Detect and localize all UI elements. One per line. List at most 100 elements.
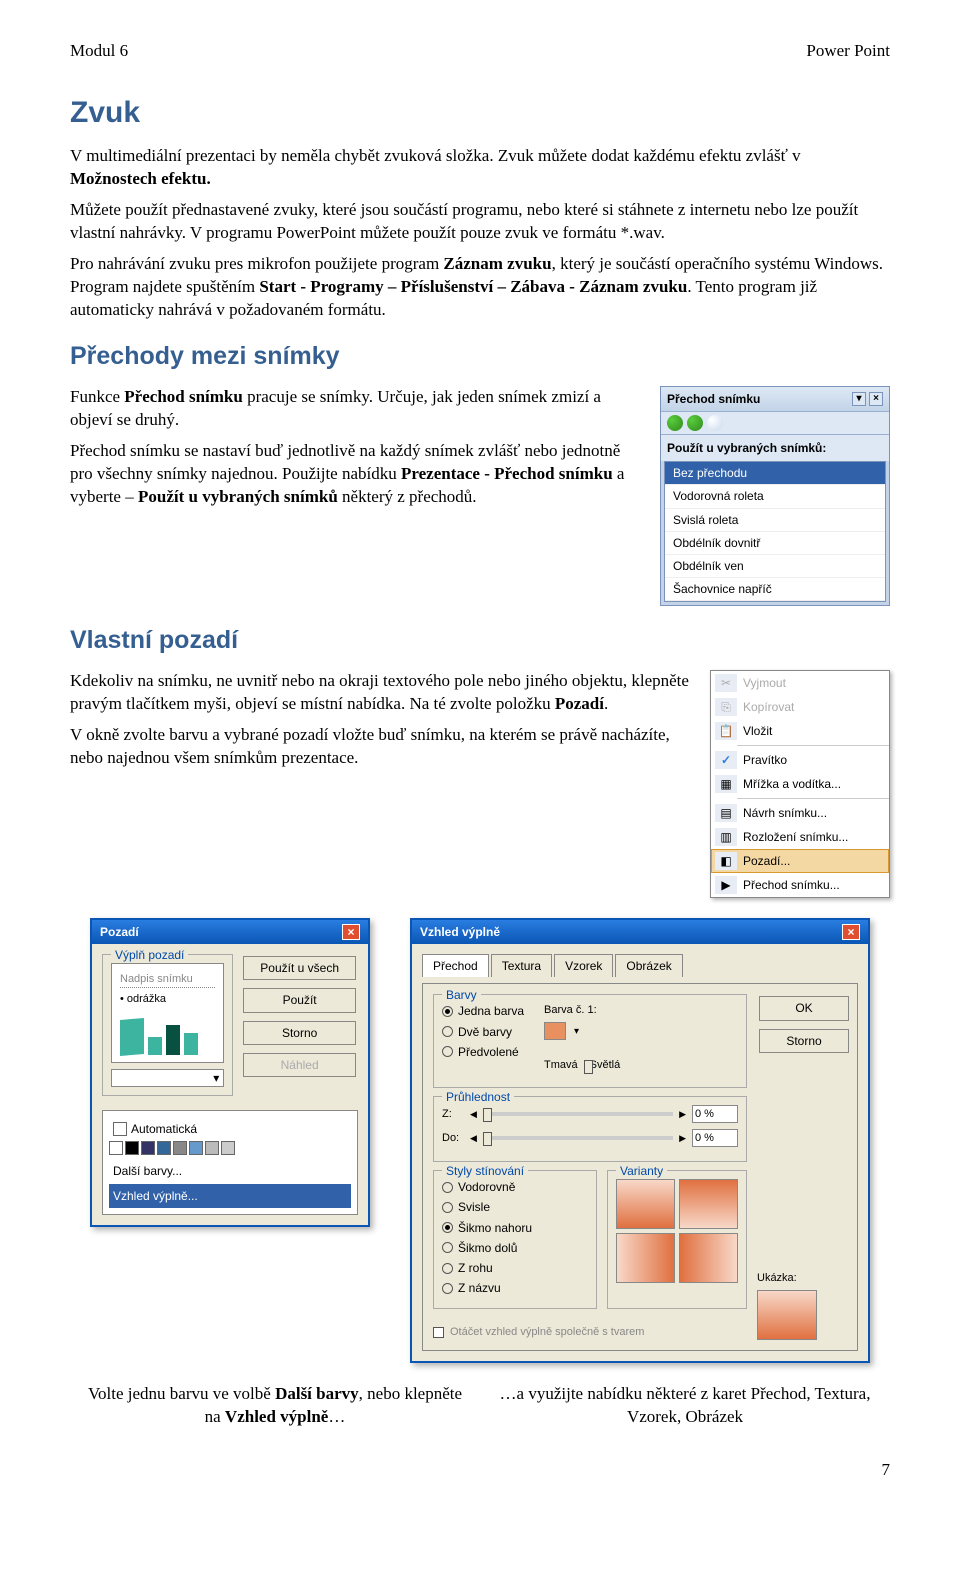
cm-copy: ⎘Kopírovat	[711, 695, 889, 719]
dd-label: Vzhled výplně...	[113, 1188, 198, 1204]
radio-icon	[442, 1222, 453, 1233]
transition-item[interactable]: Obdélník ven	[665, 555, 885, 578]
arrow-left-icon[interactable]: ◀	[470, 1108, 477, 1120]
radio-vodorovne[interactable]: Vodorovně	[442, 1179, 588, 1195]
dropdown-icon[interactable]: ▾	[852, 392, 866, 406]
page-number: 7	[70, 1459, 890, 1482]
arrow-right-icon[interactable]: ▶	[679, 1108, 686, 1120]
cm-grid[interactable]: ▦Mřížka a vodítka...	[711, 772, 889, 796]
forward-icon[interactable]	[687, 415, 703, 431]
cm-background[interactable]: ◧ Pozadí...	[711, 849, 889, 873]
check-icon: ✓	[715, 751, 737, 769]
btn-ok[interactable]: OK	[759, 996, 849, 1020]
transparency-from-input[interactable]: 0 %	[692, 1105, 738, 1123]
transition-icon: ▶	[715, 876, 737, 894]
dialog-vzhled-vyplne: Vzhled výplně × Přechod Textura Vzorek O…	[410, 918, 870, 1363]
variant-option[interactable]	[679, 1179, 738, 1229]
color-dropdown[interactable]: ▾	[111, 1069, 224, 1087]
tab-vzorek[interactable]: Vzorek	[554, 954, 613, 977]
transparency-to-slider[interactable]	[483, 1136, 673, 1140]
radio-znazvu[interactable]: Z názvu	[442, 1280, 588, 1296]
btn-apply-all[interactable]: Použít u všech	[243, 956, 356, 980]
background-icon: ◧	[715, 852, 737, 870]
transition-item[interactable]: Šachovnice napříč	[665, 578, 885, 601]
text: některý z přechodů.	[338, 487, 477, 506]
color-swatch[interactable]	[125, 1141, 139, 1155]
btn-cancel[interactable]: Storno	[243, 1021, 356, 1045]
home-icon[interactable]	[707, 415, 723, 431]
radio-predvolene[interactable]: Předvolené	[442, 1044, 524, 1060]
taskpane-nav	[661, 412, 889, 435]
tab-prechod[interactable]: Přechod	[422, 954, 489, 977]
groupbox-styly: Styly stínování Vodorovně Svisle Šikmo n…	[433, 1170, 597, 1309]
tab-textura[interactable]: Textura	[491, 954, 552, 977]
radio-sikmo-nahoru[interactable]: Šikmo nahoru	[442, 1220, 588, 1236]
checkbox-otacet: Otáčet vzhled výplně společně s tvarem	[433, 1325, 747, 1340]
radio-zrohu[interactable]: Z rohu	[442, 1260, 588, 1276]
arrow-right-icon[interactable]: ▶	[679, 1132, 686, 1144]
arrow-left-icon[interactable]: ◀	[470, 1132, 477, 1144]
text: Volte jednu barvu ve volbě	[88, 1384, 275, 1403]
caption-left: Volte jednu barvu ve volbě Další barvy, …	[70, 1383, 480, 1429]
radio-svisle[interactable]: Svisle	[442, 1199, 588, 1215]
close-icon[interactable]: ×	[869, 392, 883, 406]
radio-icon	[442, 1006, 453, 1017]
color-swatch[interactable]	[189, 1141, 203, 1155]
color-swatch[interactable]	[205, 1141, 219, 1155]
btn-cancel[interactable]: Storno	[759, 1029, 849, 1053]
para-zvuk-3: Pro nahrávání zvuku pres mikrofon použij…	[70, 253, 890, 322]
dialog-title-text: Vzhled výplně	[420, 924, 500, 940]
color-swatch[interactable]	[109, 1141, 123, 1155]
transition-item[interactable]: Vodorovná roleta	[665, 485, 885, 508]
cm-design[interactable]: ▤Návrh snímku...	[711, 801, 889, 825]
design-icon: ▤	[715, 804, 737, 822]
transition-item[interactable]: Svislá roleta	[665, 509, 885, 532]
text: V multimediální prezentaci by neměla chy…	[70, 146, 801, 165]
cm-label: Kopírovat	[743, 699, 794, 715]
text: Funkce	[70, 387, 124, 406]
transparency-from-slider[interactable]	[483, 1112, 673, 1116]
cm-label: Pozadí...	[743, 853, 790, 869]
text-bold: Prezentace - Přechod snímku	[401, 464, 613, 483]
dd-fill-effects[interactable]: Vzhled výplně...	[109, 1184, 351, 1208]
dd-more-colors[interactable]: Další barvy...	[109, 1159, 351, 1183]
color-dropdown-panel: Automatická Další barvy... Vzhled výplně…	[102, 1110, 358, 1215]
color-swatch[interactable]	[157, 1141, 171, 1155]
radio-label: Šikmo dolů	[458, 1240, 517, 1256]
radio-sikmo-dolu[interactable]: Šikmo dolů	[442, 1240, 588, 1256]
transition-item[interactable]: Bez přechodu	[665, 462, 885, 485]
transparency-to-input[interactable]: 0 %	[692, 1129, 738, 1147]
tab-obrazek[interactable]: Obrázek	[615, 954, 682, 977]
btn-apply[interactable]: Použít	[243, 988, 356, 1012]
layout-icon: ▥	[715, 828, 737, 846]
para-pozadi-2: V okně zvolte barvu a vybrané pozadí vlo…	[70, 724, 690, 770]
color-swatch[interactable]	[141, 1141, 155, 1155]
transition-item[interactable]: Obdélník dovnitř	[665, 532, 885, 555]
radio-label: Z názvu	[458, 1280, 501, 1296]
dd-automatic[interactable]: Automatická	[109, 1117, 351, 1141]
variant-option[interactable]	[616, 1233, 675, 1283]
para-prechody-1: Funkce Přechod snímku pracuje se snímky.…	[70, 386, 640, 432]
paste-icon: 📋	[715, 722, 737, 740]
radio-jedna-barva[interactable]: Jedna barva	[442, 1003, 524, 1019]
close-icon[interactable]: ×	[842, 924, 860, 940]
cm-ruler[interactable]: ✓Pravítko	[711, 748, 889, 772]
back-icon[interactable]	[667, 415, 683, 431]
cm-paste[interactable]: 📋 Vložit	[711, 719, 889, 743]
variant-option[interactable]	[679, 1233, 738, 1283]
cm-layout[interactable]: ▥Rozložení snímku...	[711, 825, 889, 849]
label-svetla: Světlá	[590, 1058, 621, 1073]
cm-label: Vložit	[743, 723, 772, 739]
color-swatch[interactable]	[173, 1141, 187, 1155]
text-bold: Použít u vybraných snímků	[138, 487, 338, 506]
variant-option[interactable]	[616, 1179, 675, 1229]
radio-icon	[442, 1283, 453, 1294]
radio-dve-barvy[interactable]: Dvě barvy	[442, 1024, 524, 1040]
cm-transition[interactable]: ▶Přechod snímku...	[711, 873, 889, 897]
label-z: Z:	[442, 1107, 464, 1122]
close-icon[interactable]: ×	[342, 924, 360, 940]
color-picker[interactable]	[544, 1022, 566, 1040]
groupbox-label: Varianty	[616, 1163, 667, 1179]
color-swatch[interactable]	[221, 1141, 235, 1155]
text-bold: Záznam zvuku	[443, 254, 551, 273]
